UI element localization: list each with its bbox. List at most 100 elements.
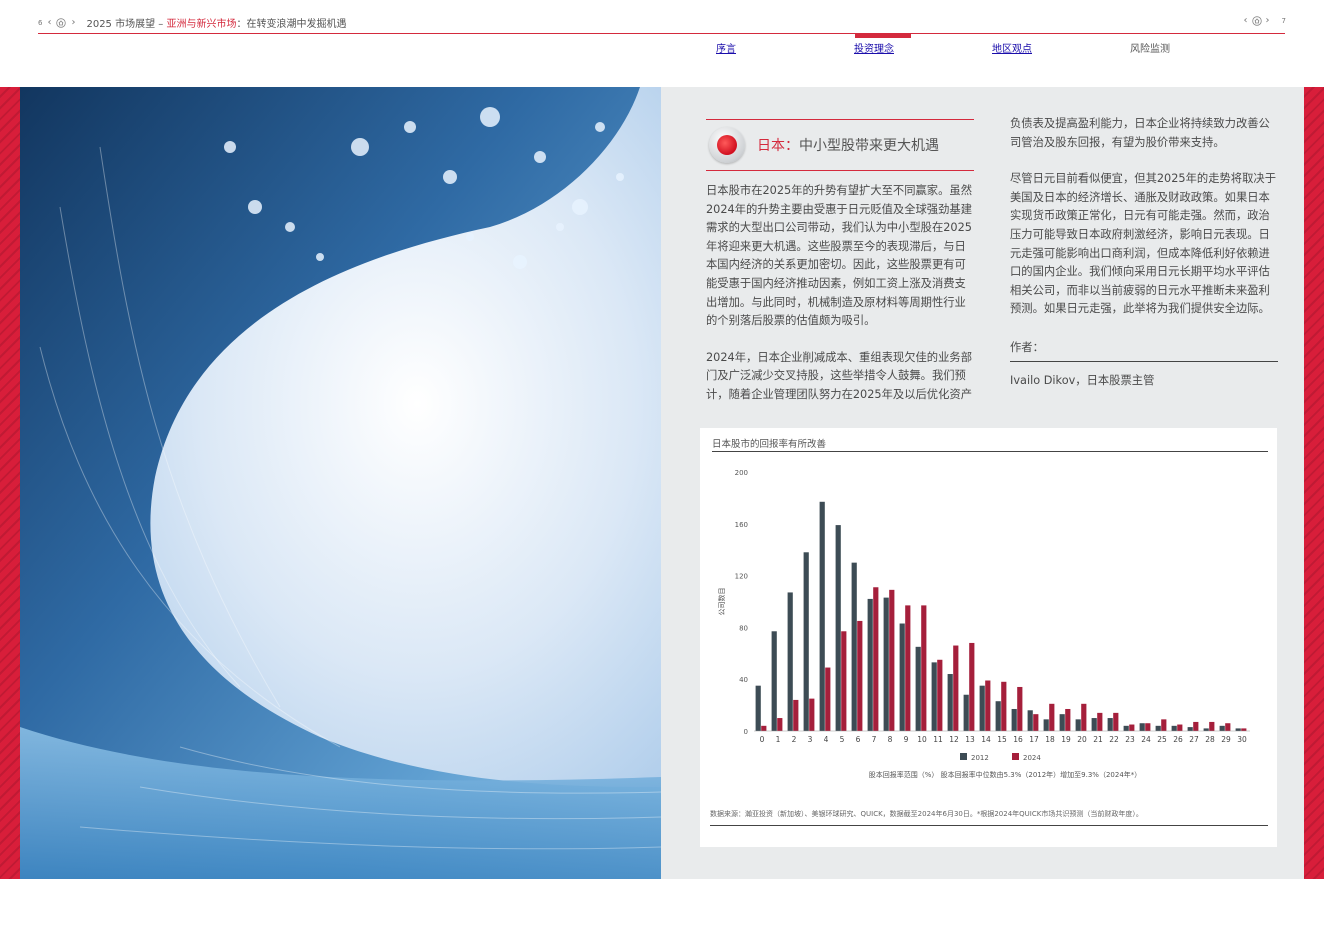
bar-2012-25 [1155, 725, 1161, 731]
prev-page-icon[interactable]: ‹ [47, 17, 51, 28]
bar-2024-5 [841, 631, 847, 731]
bar-2024-15 [1001, 681, 1007, 731]
section-heading: 日本：中小型股带来更大机遇 [706, 119, 974, 171]
bar-2024-29 [1225, 723, 1231, 731]
chart-card: 日本股市的回报率有所改善 0 40 80 120 160 200 公司数目 0 1 2 3 4 5 6 7 8… [700, 428, 1277, 847]
bar-2012-2 [787, 592, 793, 731]
x-tick-label: 18 [1045, 735, 1055, 744]
y-tick-label: 40 [739, 676, 748, 684]
legend-label-2024: 2024 [1023, 754, 1041, 762]
y-tick-label: 0 [744, 728, 748, 736]
section-title: 日本：中小型股带来更大机遇 [757, 138, 939, 154]
y-axis-label: 公司数目 [717, 588, 726, 616]
bar-2024-27 [1193, 721, 1199, 731]
bar-2024-28 [1209, 721, 1215, 731]
legend-swatch-2012 [960, 753, 967, 760]
bar-2024-3 [809, 698, 815, 731]
x-tick-label: 17 [1029, 735, 1039, 744]
bar-2024-13 [969, 642, 975, 731]
x-tick-label: 5 [840, 735, 845, 744]
bar-2024-6 [857, 620, 863, 731]
tab-risk-monitor[interactable]: 风险监测 [1130, 40, 1170, 55]
bar-2012-13 [963, 694, 969, 731]
x-tick-label: 1 [776, 735, 781, 744]
bar-2024-22 [1113, 712, 1119, 731]
document-title-highlight: 亚洲与新兴市场 [166, 19, 237, 30]
x-tick-label: 6 [856, 735, 861, 744]
next-page-icon[interactable]: › [71, 17, 75, 28]
home-icon-right[interactable] [1251, 15, 1262, 26]
x-tick-label: 19 [1061, 735, 1071, 744]
roe-distribution-chart: 04080120160200公司数目0 1 2 3 4 5 6 7 8 9 10 11 12 13 14 15… [717, 469, 1250, 779]
x-tick-label: 0 [760, 735, 765, 744]
running-header: 6 ‹ › 2025 市场展望 – 亚洲与新兴市场：在转变浪潮中发掘机遇 [38, 15, 346, 30]
y-tick-label: 80 [739, 624, 748, 632]
bar-2024-0 [761, 725, 767, 731]
bar-2012-11 [931, 662, 937, 731]
x-tick-label: 29 [1221, 735, 1231, 744]
bar-2012-12 [947, 674, 953, 731]
bar-2012-1 [771, 631, 777, 731]
bar-2012-28 [1203, 728, 1209, 731]
bar-2012-23 [1123, 725, 1129, 731]
bar-2012-26 [1171, 725, 1177, 731]
bar-2024-24 [1145, 723, 1151, 731]
page-number-left: 6 [38, 18, 43, 27]
paragraph-3: 负债表及提高盈利能力，日本企业将持续致力改善公司管治及股东回报，有望为股价带来支… [1010, 117, 1270, 149]
right-decorative-stripe [1304, 87, 1324, 879]
wave-photo [20, 87, 661, 879]
tab-preface[interactable]: 序言 [716, 40, 736, 55]
y-tick-label: 200 [735, 469, 748, 477]
bar-2012-3 [803, 552, 809, 731]
bar-2024-30 [1241, 728, 1247, 731]
bar-2024-21 [1097, 712, 1103, 731]
x-tick-label: 12 [949, 735, 959, 744]
paragraph-4: 尽管日元目前看似便宜，但其2025年的走势将取决于美国及日本的经济增长、通胀及财… [1010, 172, 1276, 316]
x-tick-label: 8 [888, 735, 893, 744]
bar-2024-20 [1081, 703, 1087, 731]
prev-page-icon-right[interactable]: ‹ [1244, 15, 1248, 26]
bar-2024-25 [1161, 719, 1167, 731]
bar-2024-9 [905, 605, 911, 731]
x-tick-label: 14 [981, 735, 991, 744]
paragraph-2: 2024年，日本企业削减成本、重组表现欠佳的业务部门及广泛减少交叉持股，这些举措… [706, 350, 972, 401]
x-tick-label: 30 [1237, 735, 1247, 744]
article-column-1: 日本：中小型股带来更大机遇 日本股市在2025年的升势有望扩大至不同赢家。虽然2… [706, 119, 974, 405]
chart-source-note: 数据来源：瀚亚投资（新加坡）、美银环球研究、QUICK，数据截至2024年6月3… [710, 810, 1143, 818]
x-tick-label: 23 [1125, 735, 1135, 744]
y-tick-label: 160 [735, 521, 748, 529]
y-tick-label: 120 [735, 573, 748, 581]
bar-2012-27 [1187, 727, 1193, 731]
bar-2012-22 [1107, 718, 1113, 731]
document-title: 2025 市场展望 – 亚洲与新兴市场：在转变浪潮中发掘机遇 [86, 19, 347, 30]
x-tick-label: 13 [965, 735, 975, 744]
bar-2012-30 [1235, 728, 1241, 731]
home-icon[interactable] [56, 17, 67, 28]
x-axis-label: 股本回报率范围（%） 股本回报率中位数由5.3%（2012年）增加至9.3%（2… [869, 770, 1142, 779]
bar-2012-18 [1043, 719, 1049, 731]
left-decorative-stripe [0, 87, 20, 879]
x-tick-label: 24 [1141, 735, 1151, 744]
tab-regional-views[interactable]: 地区观点 [992, 40, 1032, 55]
bar-2024-1 [777, 718, 783, 731]
bar-2012-16 [1011, 708, 1017, 731]
bar-2012-7 [867, 598, 873, 731]
bar-2012-5 [835, 525, 841, 731]
bar-2012-19 [1059, 714, 1065, 731]
next-page-icon-right[interactable]: › [1266, 15, 1270, 26]
x-tick-label: 27 [1189, 735, 1199, 744]
x-tick-label: 22 [1109, 735, 1119, 744]
bar-2012-8 [883, 597, 889, 731]
bar-2024-12 [953, 645, 959, 731]
section-tabs: 序言 投资理念 地区观点 风险监测 [0, 34, 1324, 56]
running-header-right: ‹ › 7 [1244, 15, 1286, 26]
x-tick-label: 7 [872, 735, 877, 744]
tab-investment-ideas[interactable]: 投资理念 [854, 40, 894, 55]
bar-2024-2 [793, 699, 799, 731]
bar-2024-23 [1129, 724, 1135, 731]
bar-2024-16 [1017, 686, 1023, 731]
bar-2012-9 [899, 623, 905, 731]
x-tick-label: 16 [1013, 735, 1023, 744]
x-tick-label: 26 [1173, 735, 1183, 744]
bar-2012-24 [1139, 723, 1145, 731]
